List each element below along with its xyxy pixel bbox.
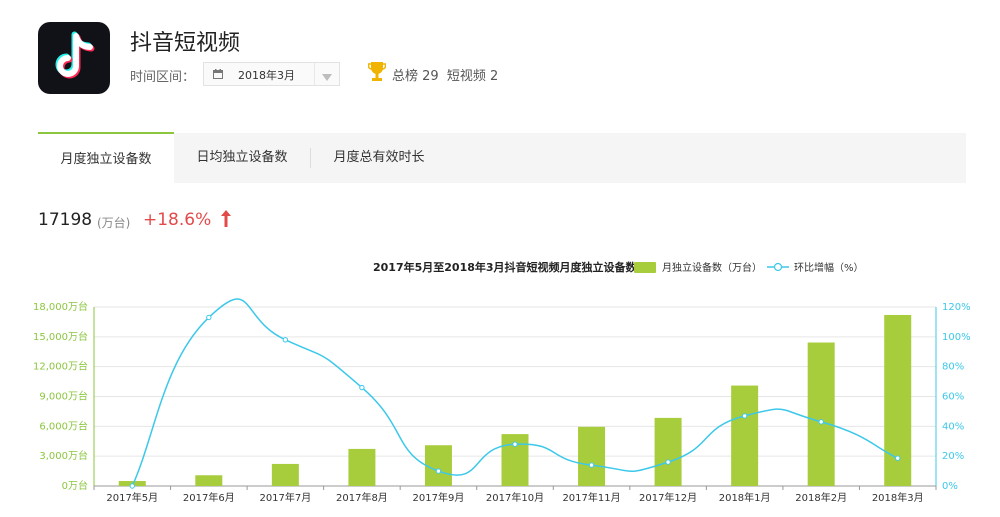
y-left-tick-label: 15,000万台 (33, 330, 88, 343)
y-right-tick-label: 20% (942, 451, 964, 462)
y-right-tick-label: 60% (942, 392, 964, 403)
growth-point (512, 441, 518, 447)
growth-point (588, 462, 595, 468)
bar (348, 448, 376, 486)
bar (731, 385, 759, 486)
legend-bar-swatch (634, 262, 656, 273)
growth-point (206, 314, 212, 321)
chart-title: 2017年5月至2018年3月抖音短视频月度独立设备数 (373, 260, 638, 274)
app-title: 抖音短视频 (130, 31, 241, 56)
legend-line-marker (773, 262, 783, 272)
caret-down-icon (322, 71, 332, 84)
x-tick-label: 2018年3月 (872, 491, 924, 504)
chart-bars (118, 314, 912, 486)
metric-unit: (万台) (97, 216, 131, 230)
growth-point (665, 459, 671, 465)
metric-change-value: +18.6% (143, 210, 212, 230)
legend-line-label: 环比增幅（%） (794, 261, 864, 274)
chart-legend: 月独立设备数（万台） 环比增幅（%） (634, 261, 864, 274)
y-right-tick-label: 100% (942, 332, 971, 343)
bar (195, 475, 223, 486)
rank-category: 短视频 2 (446, 69, 499, 84)
x-tick-label: 2017年8月 (336, 491, 388, 504)
bar (424, 445, 452, 486)
growth-point (435, 468, 442, 474)
y-left-tick-label: 12,000万台 (33, 360, 88, 373)
y-right-tick-label: 80% (942, 362, 964, 373)
metric-change: +18.6% (143, 210, 232, 230)
x-tick-label: 2018年2月 (795, 491, 847, 504)
growth-point (895, 455, 901, 461)
tab-monthly-devices[interactable]: 月度独立设备数 (38, 132, 174, 185)
y-right-tick-label: 40% (942, 421, 964, 432)
y-left-tick-label: 6,000万台 (39, 419, 88, 432)
x-tick-label: 2017年10月 (486, 491, 544, 504)
tab-daily-devices[interactable]: 日均独立设备数 (174, 133, 310, 183)
arrow-up-icon (220, 210, 231, 227)
y-left-tick-label: 0万台 (62, 479, 88, 492)
calendar-icon (213, 69, 223, 79)
rank-info: 总榜 29 短视频 2 (392, 65, 502, 84)
x-tick-label: 2017年12月 (639, 491, 697, 504)
legend-bar-label: 月独立设备数（万台） (662, 261, 762, 274)
bar (578, 426, 606, 486)
x-tick-label: 2017年9月 (413, 491, 465, 504)
date-dropdown-toggle[interactable] (314, 63, 339, 85)
growth-point (282, 337, 289, 343)
date-picker[interactable]: 2018年3月 (203, 62, 340, 86)
date-range-label: 时间区间： (130, 70, 196, 85)
app-logo (38, 22, 110, 94)
trophy-icon (367, 61, 387, 83)
y-right-tick-label: 120% (942, 302, 971, 313)
y-left-tick-label: 3,000万台 (39, 449, 88, 462)
growth-point (129, 483, 135, 489)
device-chart: 0万台 0% 3,000万台 20% 6,000万台 40% 9,000万台 60% 12,00… (33, 260, 971, 504)
bar (654, 417, 682, 486)
x-tick-label: 2018年1月 (719, 491, 771, 504)
metric-value: 17198 (38, 210, 93, 230)
bar (271, 463, 299, 486)
metric-tabs: 月度独立设备数 日均独立设备数 月度总有效时长 (38, 132, 966, 185)
tab-monthly-duration[interactable]: 月度总有效时长 (311, 133, 447, 183)
y-right-tick-label: 0% (942, 481, 958, 492)
y-left-tick-label: 18,000万台 (33, 300, 88, 313)
date-value: 2018年3月 (238, 69, 295, 82)
growth-point (741, 413, 748, 419)
x-tick-label: 2017年11月 (562, 491, 620, 504)
rank-total: 总榜 29 (392, 69, 439, 84)
y-left-tick-label: 9,000万台 (39, 390, 88, 403)
x-tick-label: 2017年7月 (259, 491, 311, 504)
x-tick-label: 2017年5月 (106, 491, 158, 504)
x-tick-label: 2017年6月 (183, 491, 235, 504)
bar (807, 342, 835, 486)
growth-point (359, 384, 365, 391)
growth-point (818, 419, 824, 425)
